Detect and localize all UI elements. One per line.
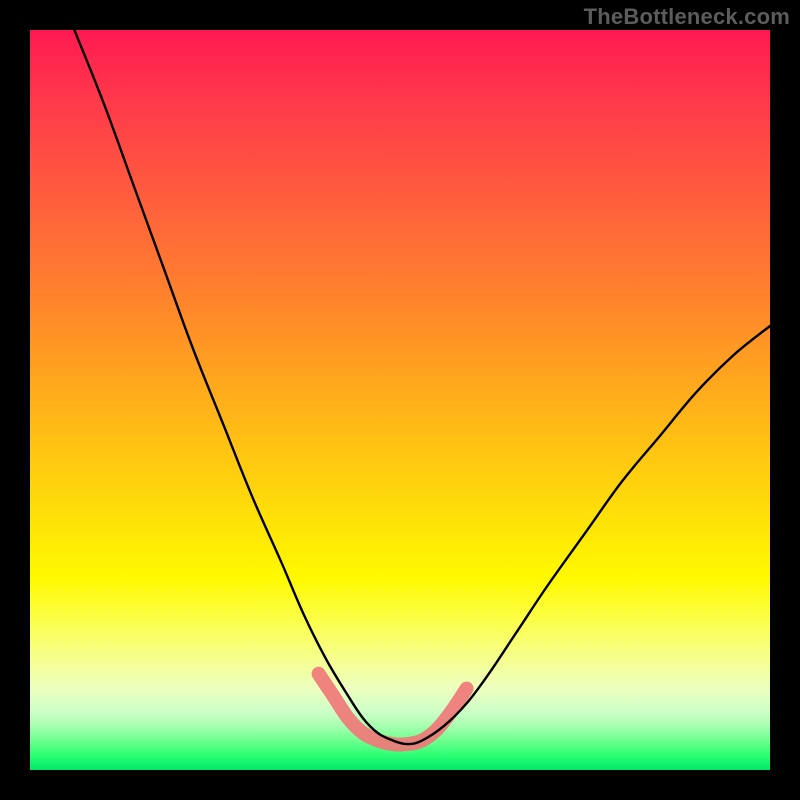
plot-area xyxy=(30,30,770,770)
chart-frame: TheBottleneck.com xyxy=(0,0,800,800)
chart-svg xyxy=(30,30,770,770)
watermark-text: TheBottleneck.com xyxy=(584,4,790,30)
bottleneck-curve xyxy=(74,30,770,744)
